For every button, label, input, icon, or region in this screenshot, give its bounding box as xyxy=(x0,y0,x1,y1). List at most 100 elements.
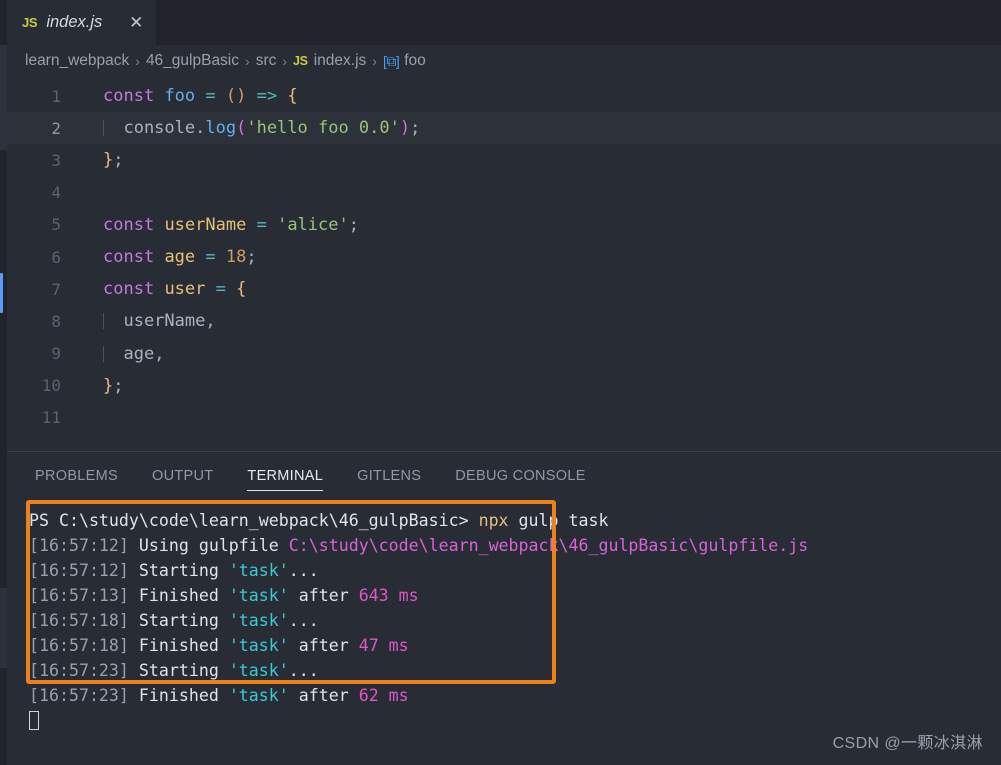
panel-tab-problems[interactable]: PROBLEMS xyxy=(35,452,118,500)
terminal-segment: 'task' xyxy=(228,561,289,580)
code-line[interactable]: 10}; xyxy=(7,370,1001,402)
close-icon[interactable]: ✕ xyxy=(128,14,144,31)
breadcrumb: learn_webpack › 46_gulpBasic › src › JS … xyxy=(7,45,1001,77)
terminal-line: [16:57:23] Starting 'task'... xyxy=(29,658,1001,683)
terminal-segment: 'task' xyxy=(228,686,289,705)
terminal-output[interactable]: PS C:\study\code\learn_webpack\46_gulpBa… xyxy=(7,500,1001,765)
terminal-line: [16:57:12] Starting 'task'... xyxy=(29,558,1001,583)
line-number: 8 xyxy=(51,311,61,331)
panel-tab-gitlens[interactable]: GITLENS xyxy=(357,452,421,500)
terminal-segment: npx xyxy=(478,511,509,530)
code-token: const xyxy=(103,86,155,107)
code-token: ) xyxy=(399,118,411,139)
terminal-cursor xyxy=(29,711,39,730)
terminal-line: [16:57:18] Starting 'task'... xyxy=(29,608,1001,633)
code-line-content: }; xyxy=(79,150,1001,170)
code-token: } xyxy=(103,375,114,396)
indent-guide xyxy=(103,345,104,362)
code-token: ; xyxy=(410,118,421,139)
code-token: , xyxy=(205,311,216,332)
indent-guide xyxy=(103,313,104,330)
js-file-icon: JS xyxy=(293,54,308,68)
code-token: const xyxy=(103,214,155,235)
code-editor[interactable]: 1 const foo = () => {2 console.log('hello… xyxy=(7,77,1001,451)
terminal-line: [16:57:12] Using gulpfile C:\study\code\… xyxy=(29,533,1001,558)
code-line-content: userName, xyxy=(79,311,1001,331)
terminal-line: [16:57:23] Finished 'task' after 62 ms xyxy=(29,683,1001,708)
code-token: ( xyxy=(236,118,247,139)
js-file-icon: JS xyxy=(22,15,38,30)
terminal-segment: after xyxy=(288,686,359,705)
line-number: 4 xyxy=(51,183,61,203)
terminal-segment: after xyxy=(288,636,359,655)
code-line[interactable]: 1 const foo = () => { xyxy=(7,80,1001,112)
editor-tab-label: index.js xyxy=(46,13,103,31)
code-token: ; xyxy=(113,375,124,396)
code-line-content: console.log('hello foo 0.0'); xyxy=(79,118,1001,138)
terminal-segment: C:\study\code\learn_webpack\46_gulpBasic… xyxy=(288,536,809,555)
code-line[interactable]: 6 const age = 18; xyxy=(7,241,1001,273)
code-line[interactable]: 8 userName, xyxy=(7,305,1001,337)
terminal-segment: 'task' xyxy=(228,661,289,680)
code-line[interactable]: 7 const user = { xyxy=(7,273,1001,305)
terminal-segment: 'task' xyxy=(228,636,289,655)
terminal-segment: Finished xyxy=(128,586,229,605)
tab-bar-empty-area xyxy=(157,0,1001,45)
code-line[interactable]: 9 age, xyxy=(7,338,1001,370)
sidebar-shade-upper xyxy=(0,45,7,150)
code-token: userName xyxy=(164,214,247,235)
vscode-window: JS index.js ✕ learn_webpack › 46_gulpBas… xyxy=(0,0,1001,765)
panel-tab-terminal[interactable]: TERMINAL xyxy=(247,452,323,500)
code-token: console xyxy=(103,118,196,139)
code-line-content: const age = 18; xyxy=(79,247,1001,267)
breadcrumb-item-foo[interactable]: foo xyxy=(404,52,426,70)
editor-tab-index-js[interactable]: JS index.js ✕ xyxy=(7,0,158,45)
indent-guide xyxy=(103,120,104,137)
line-number: 2 xyxy=(51,118,61,138)
line-number: 10 xyxy=(41,376,61,396)
terminal-segment: [16:57:23] xyxy=(29,686,129,705)
bottom-panel: PROBLEMS OUTPUT TERMINAL GITLENS DEBUG CONSO… xyxy=(7,451,1001,765)
code-token: } xyxy=(103,150,114,171)
terminal-segment: ... xyxy=(288,661,319,680)
code-line[interactable]: 4 xyxy=(7,177,1001,209)
terminal-segment: 'task' xyxy=(228,586,289,605)
breadcrumb-item-learn-webpack[interactable]: learn_webpack xyxy=(25,52,129,70)
terminal-segment: Using gulpfile xyxy=(128,536,289,555)
code-line-content: const userName = 'alice'; xyxy=(79,215,1001,235)
breadcrumb-separator: › xyxy=(135,53,140,69)
breadcrumb-separator: › xyxy=(372,53,377,69)
code-line[interactable]: 2 console.log('hello foo 0.0'); xyxy=(7,112,1001,145)
code-token: 'hello foo 0.0' xyxy=(246,118,400,139)
code-line[interactable]: 11 xyxy=(7,402,1001,434)
breadcrumb-item-src[interactable]: src xyxy=(256,52,277,70)
terminal-line: PS C:\study\code\learn_webpack\46_gulpBa… xyxy=(29,508,1001,533)
code-token: => xyxy=(256,86,278,107)
panel-tab-debug-console[interactable]: DEBUG CONSOLE xyxy=(455,452,585,500)
terminal-segment: [16:57:18] xyxy=(29,636,129,655)
terminal-segment: 47 ms xyxy=(358,636,409,655)
code-token: ; xyxy=(113,150,124,171)
panel-tab-output[interactable]: OUTPUT xyxy=(152,452,213,500)
code-line-content: }; xyxy=(79,376,1001,396)
breadcrumb-item-index-js[interactable]: index.js xyxy=(314,52,367,70)
breadcrumb-item-46-gulpbasic[interactable]: 46_gulpBasic xyxy=(146,52,239,70)
code-line[interactable]: 3}; xyxy=(7,144,1001,176)
terminal-segment: after xyxy=(288,586,359,605)
terminal-segment: 'task' xyxy=(228,611,289,630)
code-token: = xyxy=(215,279,226,300)
breadcrumb-separator: › xyxy=(282,53,288,69)
editor-tab-bar: JS index.js ✕ xyxy=(7,0,1001,45)
terminal-segment: [16:57:13] xyxy=(29,586,129,605)
code-line[interactable]: 5 const userName = 'alice'; xyxy=(7,209,1001,241)
code-token: ; xyxy=(348,214,359,235)
line-number: 9 xyxy=(51,344,61,364)
terminal-line: [16:57:18] Finished 'task' after 47 ms xyxy=(29,633,1001,658)
